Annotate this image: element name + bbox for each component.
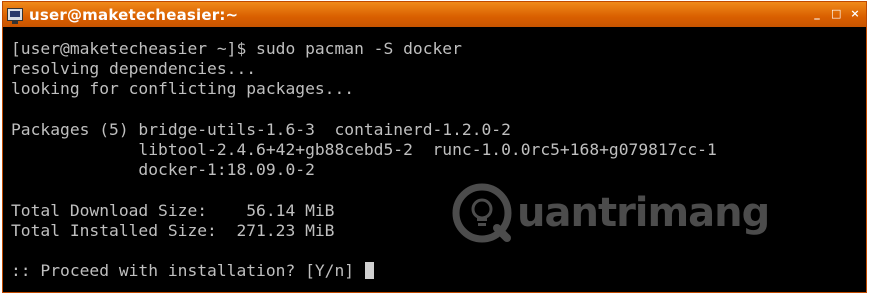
maximize-button[interactable]: □ [831, 7, 841, 21]
terminal-line: [user@maketecheasier ~]$ sudo pacman -S … [11, 39, 462, 58]
window-controls: _ □ × [812, 7, 860, 21]
terminal-icon[interactable] [7, 8, 23, 24]
terminal-line: Packages (5) bridge-utils-1.6-3 containe… [11, 119, 511, 139]
title-bar[interactable]: user@maketecheasier:~ _ □ × [3, 2, 866, 27]
text-cursor [364, 262, 374, 280]
terminal-line: looking for conflicting packages... [11, 79, 355, 99]
prompt-line[interactable]: :: Proceed with installation? [Y/n] [11, 261, 862, 281]
lightbulb-q-logo [452, 183, 512, 243]
watermark: uantrimang [451, 178, 770, 248]
terminal-window: user@maketecheasier:~ _ □ × [user@makete… [2, 1, 867, 293]
terminal-output[interactable]: [user@maketecheasier ~]$ sudo pacman -S … [11, 39, 862, 292]
window-title: user@maketecheasier:~ [29, 5, 239, 24]
close-button[interactable]: × [850, 7, 860, 21]
prompt-text: :: Proceed with installation? [Y/n] [11, 261, 364, 281]
minimize-button[interactable]: _ [812, 7, 822, 21]
watermark-text: uantrimang [517, 190, 770, 236]
terminal-line: resolving dependencies... [11, 59, 257, 79]
terminal-line: libtool-2.4.6+42+gb88cebd5-2 runc-1.0.0r… [11, 139, 717, 159]
